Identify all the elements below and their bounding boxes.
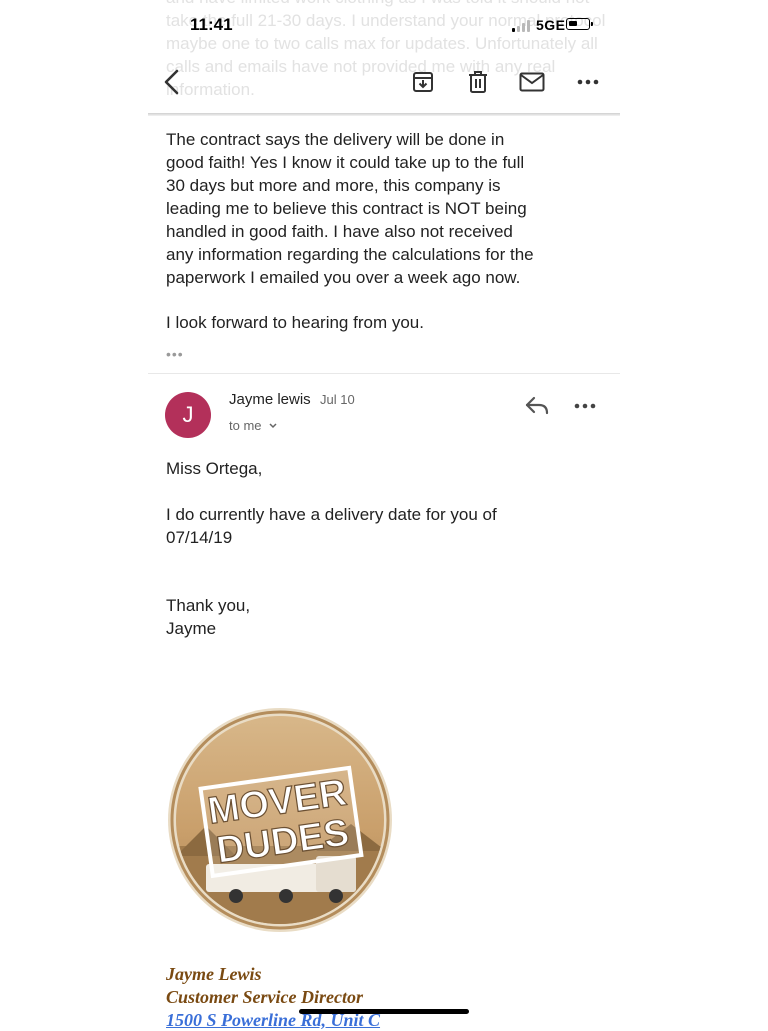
message-body-line: I do currently have a delivery date for … bbox=[166, 505, 497, 524]
text-line: good faith! Yes I know it could take up … bbox=[166, 153, 525, 172]
text-line: any information regarding the calculatio… bbox=[166, 245, 534, 264]
battery-icon bbox=[566, 18, 593, 30]
delete-button[interactable] bbox=[462, 66, 494, 98]
signature-name: Jayme Lewis bbox=[166, 964, 262, 984]
toolbar-divider bbox=[148, 113, 620, 116]
archive-icon bbox=[413, 72, 433, 92]
avatar[interactable]: J bbox=[165, 392, 211, 438]
archive-button[interactable] bbox=[407, 66, 439, 98]
mark-unread-button[interactable] bbox=[516, 66, 548, 98]
message-body-line: 07/14/19 bbox=[166, 528, 233, 547]
previous-message-closing: I look forward to hearing from you. bbox=[166, 313, 424, 332]
reply-button[interactable] bbox=[524, 394, 552, 418]
text-line: The contract says the delivery will be d… bbox=[166, 130, 505, 149]
status-bar: 11:41 5GE bbox=[0, 0, 768, 50]
back-button[interactable] bbox=[156, 66, 188, 98]
text-line: 30 days but more and more, this company … bbox=[166, 176, 501, 195]
text-line: leading me to believe this contract is N… bbox=[166, 199, 527, 218]
envelope-icon bbox=[519, 72, 545, 92]
chevron-left-icon bbox=[164, 69, 179, 95]
message-divider bbox=[148, 373, 620, 374]
sender-name[interactable]: Jayme lewis bbox=[229, 391, 311, 408]
message-more-button[interactable] bbox=[574, 394, 602, 418]
message-date: Jul 10 bbox=[320, 392, 355, 407]
text-line: handled in good faith. I have also not r… bbox=[166, 222, 513, 241]
message-closing: Thank you, bbox=[166, 596, 251, 615]
company-logo: MOVER DUDES bbox=[166, 706, 394, 934]
more-horizontal-icon bbox=[574, 403, 596, 409]
previous-message-paragraph: The contract says the delivery will be d… bbox=[166, 128, 596, 289]
trash-icon bbox=[469, 71, 487, 93]
chevron-down-icon bbox=[269, 423, 277, 429]
status-time: 11:41 bbox=[190, 15, 233, 34]
reply-icon bbox=[525, 396, 549, 415]
more-options-button[interactable] bbox=[572, 66, 604, 98]
recipient-label: to me bbox=[229, 418, 262, 433]
network-type: 5GE bbox=[536, 17, 566, 33]
text-line: paperwork I emailed you over a week ago … bbox=[166, 268, 521, 287]
home-indicator[interactable] bbox=[299, 1009, 469, 1014]
recipient-details-toggle[interactable]: to me bbox=[229, 418, 278, 433]
signature-title: Customer Service Director bbox=[166, 987, 363, 1007]
email-toolbar bbox=[148, 56, 620, 112]
show-quoted-text-button[interactable]: ••• bbox=[166, 346, 184, 362]
signal-icon bbox=[512, 20, 534, 32]
message-signoff: Jayme bbox=[166, 619, 217, 638]
more-horizontal-icon bbox=[577, 79, 599, 85]
message-greeting: Miss Ortega, bbox=[166, 459, 263, 478]
